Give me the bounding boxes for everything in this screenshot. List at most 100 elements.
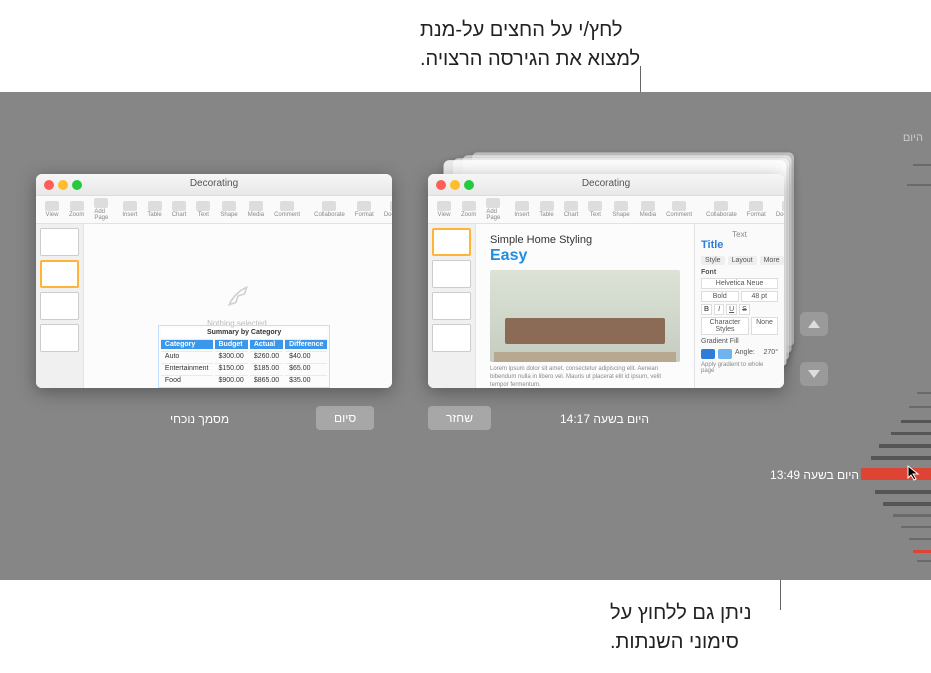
version-timeline[interactable]: היום היום בשעה 13:49 [861, 92, 931, 580]
toolbar-collab-button[interactable]: Collaborate [311, 201, 348, 218]
page-thumb[interactable] [40, 324, 79, 352]
toolbar-format-button[interactable]: Format [744, 201, 769, 218]
document-toolbar: View Zoom Add Page Insert Table Chart Te… [428, 196, 784, 224]
caption-top-line2: למצוא את הגירסה הרצויה. [420, 48, 640, 70]
toolbar-media-button[interactable]: Media [245, 201, 267, 218]
done-button[interactable]: סיום [316, 406, 374, 430]
current-doc-label: מסמך נוכחי [170, 412, 229, 426]
toolbar-shape-button[interactable]: Shape [217, 201, 240, 218]
toolbar-addpage-button[interactable]: Add Page [483, 198, 503, 221]
timeline-tick[interactable] [913, 550, 931, 553]
timeline-tick[interactable] [893, 514, 931, 517]
toolbar-view-button[interactable]: View [434, 201, 454, 218]
paintbrush-icon [225, 283, 251, 309]
toolbar-insert-button[interactable]: Insert [511, 201, 532, 218]
restore-button[interactable]: שחזר [428, 406, 491, 430]
version-nav-arrows [800, 312, 828, 412]
color-swatch[interactable] [701, 349, 715, 359]
timeline-tick[interactable] [917, 392, 931, 394]
toolbar-chart-button[interactable]: Chart [561, 201, 582, 218]
toolbar-comment-button[interactable]: Comment [271, 201, 303, 218]
page-thumbnails[interactable] [428, 224, 476, 388]
page-thumb[interactable] [40, 260, 79, 288]
timeline-tick[interactable] [907, 184, 931, 186]
document-canvas[interactable]: Nothing selected. Select an object or te… [84, 224, 392, 388]
toolbar-chart-button[interactable]: Chart [169, 201, 190, 218]
timeline-tick[interactable] [875, 490, 931, 494]
document-canvas[interactable]: Simple Home Styling Easy Lorem ipsum dol… [476, 224, 694, 388]
version-prev-button[interactable] [800, 312, 828, 336]
format-inspector[interactable]: Text Title StyleLayoutMore Font Helvetic… [694, 224, 784, 388]
chevron-down-icon [808, 370, 820, 378]
toolbar-document-button[interactable]: Document [773, 201, 784, 218]
page-thumb[interactable] [432, 228, 471, 256]
toolbar-zoom-button[interactable]: Zoom [458, 201, 479, 218]
toolbar-format-button[interactable]: Format [352, 201, 377, 218]
apply-gradient-label[interactable]: Apply gradient to whole page [701, 362, 778, 374]
toolbar-insert-button[interactable]: Insert [119, 201, 140, 218]
toolbar-shape-button[interactable]: Shape [609, 201, 632, 218]
table-header-row: CategoryBudgetActualDifference [161, 339, 327, 349]
caption-top-line1: לחץ/י על החצים על-מנת [420, 19, 622, 41]
page-thumb[interactable] [40, 292, 79, 320]
table-row[interactable]: Food$900.00$865.00$35.00 [161, 375, 327, 385]
timeline-tick[interactable] [917, 560, 931, 562]
timeline-tick[interactable] [879, 444, 931, 448]
inspector-tab[interactable]: Text [701, 230, 778, 239]
timeline-tick[interactable] [909, 538, 931, 540]
toolbar-zoom-button[interactable]: Zoom [66, 201, 87, 218]
hero-image [490, 270, 680, 362]
page-thumb[interactable] [40, 228, 79, 256]
timeline-tick[interactable] [901, 526, 931, 528]
font-family-field[interactable]: Helvetica Neue [701, 278, 778, 289]
summary-title: Summary by Category [161, 328, 327, 337]
timeline-tick[interactable] [891, 432, 931, 435]
table-row[interactable]: Auto$300.00$260.00$40.00 [161, 351, 327, 361]
cursor-icon [907, 465, 923, 481]
hero-line2: Easy [490, 247, 680, 265]
toolbar-table-button[interactable]: Table [144, 201, 164, 218]
window-title: Decorating [36, 178, 392, 189]
toolbar-collab-button[interactable]: Collaborate [703, 201, 740, 218]
version-time-label: היום בשעה 14:17 [560, 412, 649, 426]
timeline-tick[interactable] [871, 456, 931, 460]
toolbar-media-button[interactable]: Media [637, 201, 659, 218]
timeline-tick[interactable] [883, 502, 931, 506]
window-titlebar[interactable]: Decorating [36, 174, 392, 196]
inspector-subtabs[interactable]: StyleLayoutMore [701, 256, 778, 265]
page-thumbnails[interactable] [36, 224, 84, 388]
toolbar-comment-button[interactable]: Comment [663, 201, 695, 218]
table-row[interactable]: Entertainment$150.00$185.00$65.00 [161, 363, 327, 373]
toolbar-view-button[interactable]: View [42, 201, 62, 218]
chevron-up-icon [808, 320, 820, 328]
page-thumb[interactable] [432, 292, 471, 320]
toolbar-table-button[interactable]: Table [536, 201, 556, 218]
summary-table[interactable]: Summary by Category CategoryBudgetActual… [158, 325, 330, 388]
font-size-field[interactable]: 48 pt [741, 291, 779, 302]
toolbar-document-button[interactable]: Document [381, 201, 392, 218]
toolbar-addpage-button[interactable]: Add Page [91, 198, 111, 221]
color-swatch[interactable] [718, 349, 732, 359]
window-titlebar[interactable]: Decorating [428, 174, 784, 196]
time-machine-area: היום היום בשעה 13:49 Decorating [0, 92, 931, 580]
timeline-tick[interactable] [909, 406, 931, 408]
current-document-window[interactable]: Decorating View Zoom Add Page Insert Tab… [36, 174, 392, 388]
timeline-tick[interactable] [901, 420, 931, 423]
toolbar-text-button[interactable]: Text [585, 201, 605, 218]
timeline-tick[interactable] [913, 164, 931, 166]
char-styles-label: Character Styles [701, 317, 749, 335]
callout-leader [640, 66, 641, 92]
version-document-window[interactable]: Decorating View Zoom Add Page Insert Tab… [428, 174, 784, 388]
char-styles-value[interactable]: None [751, 317, 778, 335]
version-next-button[interactable] [800, 362, 828, 386]
inspector-font-label: Font [701, 269, 778, 276]
font-weight-field[interactable]: Bold [701, 291, 739, 302]
page-thumb[interactable] [432, 260, 471, 288]
body-text: Lorem ipsum dolor sit amet, consectetur … [490, 366, 680, 388]
toolbar-text-button[interactable]: Text [193, 201, 213, 218]
inspector-style-title[interactable]: Title [701, 239, 778, 251]
page-thumb[interactable] [432, 324, 471, 352]
caption-bottom-line2: סימוני השנתות. [610, 631, 739, 653]
document-toolbar: View Zoom Add Page Insert Table Chart Te… [36, 196, 392, 224]
caption-top: לחץ/י על החצים על-מנת למצוא את הגירסה הר… [0, 16, 931, 74]
